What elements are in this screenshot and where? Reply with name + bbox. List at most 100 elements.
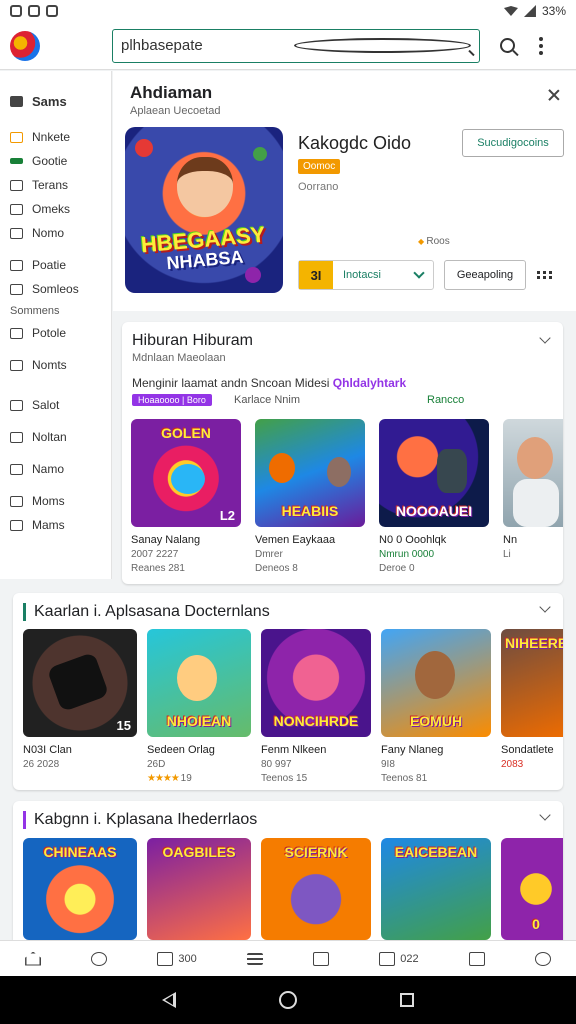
apps-icon bbox=[91, 951, 108, 966]
message-icon bbox=[28, 5, 40, 17]
section-description: Menginir laamat andn Sncoan Midesi Qhlda… bbox=[132, 376, 407, 390]
sidebar-item[interactable]: Nomo bbox=[0, 221, 111, 245]
games-icon bbox=[157, 951, 174, 966]
install-label: Inotacsi bbox=[343, 269, 381, 281]
menu-icon bbox=[246, 952, 263, 965]
app-thumbnail[interactable] bbox=[503, 419, 563, 527]
app-thumbnail[interactable]: 0 bbox=[501, 838, 563, 940]
search-query[interactable]: plhbasepate bbox=[121, 37, 294, 54]
list-icon bbox=[10, 203, 23, 215]
status-bar: 33% bbox=[0, 0, 576, 22]
list-icon bbox=[10, 519, 23, 531]
app-tile[interactable]: NOOOAUEI N0 0 Ooohlqk Nmrun 0000 Deroe 0 bbox=[379, 419, 489, 574]
app-name: Kakogdc Oido bbox=[298, 133, 412, 153]
chevron-down-icon[interactable] bbox=[539, 809, 551, 821]
sidebar-item[interactable]: Gootie bbox=[0, 149, 111, 173]
bar-icon bbox=[10, 158, 23, 164]
sidebar-item[interactable]: Salot bbox=[0, 393, 111, 417]
green-label[interactable]: Rancco bbox=[427, 394, 464, 406]
app-tile[interactable]: GOLEN L2 Sanay Nalang 2007 2227 Reanes 2… bbox=[131, 419, 241, 574]
sidebar-item[interactable]: Poatie bbox=[0, 253, 111, 277]
app-logo[interactable] bbox=[10, 30, 40, 61]
category-chip[interactable]: Hoaaoooo | Boro bbox=[132, 394, 212, 406]
app-thumbnail[interactable]: NONCIHRDE bbox=[261, 629, 371, 737]
nav-updates[interactable]: 022 bbox=[379, 951, 419, 966]
app-tile[interactable]: EOMUH Fany Nlaneg 9I8 Teenos 81 bbox=[381, 629, 491, 784]
app-meta: Dmrer bbox=[255, 549, 283, 560]
nav-library[interactable] bbox=[313, 951, 330, 966]
app-tile[interactable]: HEABIIS Vemen Eaykaaa Dmrer Deneos 8 bbox=[255, 419, 365, 574]
app-icon-image[interactable]: HBEGAASY NHABSA bbox=[125, 127, 283, 293]
app-tile[interactable]: 15 N03I Clan 26 2028 bbox=[23, 629, 137, 784]
sidebar-item[interactable]: Somleos bbox=[0, 277, 111, 301]
sidebar-item-home[interactable]: Sams bbox=[0, 89, 111, 113]
app-name: Nn bbox=[503, 534, 518, 546]
app-thumbnail[interactable]: OAGBILES bbox=[147, 838, 251, 940]
subscribe-button[interactable]: Sucudigocoins bbox=[462, 129, 564, 157]
close-icon[interactable] bbox=[548, 89, 560, 101]
search-input[interactable]: plhbasepate bbox=[112, 28, 480, 63]
chevron-down-icon[interactable] bbox=[413, 267, 425, 279]
sidebar-item[interactable]: Moms bbox=[0, 489, 111, 513]
app-tag: Oomoc bbox=[298, 159, 341, 174]
account-icon bbox=[534, 951, 551, 966]
recent-apps-icon[interactable] bbox=[400, 993, 415, 1007]
nav-apps[interactable] bbox=[91, 951, 108, 966]
app-thumbnail[interactable]: NOOOAUEI bbox=[379, 419, 489, 527]
home-button-icon[interactable] bbox=[278, 991, 297, 1009]
chevron-down-icon[interactable] bbox=[539, 332, 551, 344]
app-meta: 26D bbox=[147, 759, 166, 770]
search-icon[interactable] bbox=[294, 38, 471, 53]
section-title: Kabgnn i. Kplasana Ihederrlaos bbox=[23, 811, 257, 829]
share-button[interactable]: Geeapoling bbox=[444, 260, 526, 290]
overflow-menu-icon[interactable] bbox=[539, 36, 543, 55]
app-thumbnail[interactable]: NIHEERE bbox=[501, 629, 563, 737]
app-tile[interactable]: NONCIHRDE Fenm Nlkeen 80 997 Teenos 15 bbox=[261, 629, 371, 784]
app-name: N03I Clan bbox=[23, 744, 72, 756]
nav-home[interactable] bbox=[25, 951, 42, 966]
app-thumbnail[interactable]: SCIERNK bbox=[261, 838, 371, 940]
bottom-navigation: 300 022 bbox=[0, 940, 576, 976]
grid-menu-icon[interactable] bbox=[537, 271, 552, 279]
list-icon bbox=[10, 431, 23, 443]
nav-books[interactable] bbox=[468, 951, 485, 966]
app-tile[interactable]: 0 bbox=[501, 838, 563, 940]
app-thumbnail[interactable]: EOMUH bbox=[381, 629, 491, 737]
sidebar-item[interactable]: Namo bbox=[0, 457, 111, 481]
nav-games[interactable]: 300 bbox=[157, 951, 197, 966]
app-thumbnail[interactable]: CHINEAAS bbox=[23, 838, 137, 940]
library-icon bbox=[313, 951, 330, 966]
app-thumbnail[interactable]: EAICEBEAN bbox=[381, 838, 491, 940]
book-icon bbox=[468, 951, 485, 966]
chevron-down-icon[interactable] bbox=[539, 601, 551, 613]
app-bar: plhbasepate bbox=[0, 22, 576, 70]
sidebar-item[interactable]: Nnkete bbox=[0, 125, 111, 149]
app-tile[interactable]: OAGBILES bbox=[147, 838, 251, 940]
search-icon[interactable] bbox=[500, 38, 515, 53]
app-name: Sanay Nalang bbox=[131, 534, 201, 546]
developer-name[interactable]: Oorrano bbox=[298, 181, 338, 193]
app-tile[interactable]: CHINEAAS bbox=[23, 838, 137, 940]
app-tile[interactable]: NHOIEAN Sedeen Orlag 26D 19 bbox=[147, 629, 251, 784]
sidebar-item[interactable]: Potole bbox=[0, 321, 111, 345]
install-button[interactable]: 3I Inotacsi bbox=[298, 260, 434, 290]
back-icon[interactable] bbox=[161, 992, 176, 1008]
sidebar-item[interactable]: Terans bbox=[0, 173, 111, 197]
nav-menu[interactable] bbox=[246, 952, 263, 965]
app-tile[interactable]: Nn Li bbox=[503, 419, 563, 574]
app-thumbnail[interactable]: HEABIIS bbox=[255, 419, 365, 527]
nav-account[interactable] bbox=[534, 951, 551, 966]
app-tile[interactable]: SCIERNK bbox=[261, 838, 371, 940]
section-subtitle: Mdnlaan Maeolaan bbox=[132, 352, 226, 364]
sidebar-item[interactable]: Nomts bbox=[0, 353, 111, 377]
settings-icon bbox=[46, 5, 58, 17]
app-tile[interactable]: NIHEERE Sondatlete 2083 bbox=[501, 629, 563, 784]
mail-icon bbox=[10, 495, 23, 507]
sidebar-item[interactable]: Omeks bbox=[0, 197, 111, 221]
app-thumbnail[interactable]: GOLEN L2 bbox=[131, 419, 241, 527]
sidebar-item[interactable]: Mams bbox=[0, 513, 111, 537]
app-thumbnail[interactable]: NHOIEAN bbox=[147, 629, 251, 737]
app-thumbnail[interactable]: 15 bbox=[23, 629, 137, 737]
sidebar-item[interactable]: Noltan bbox=[0, 425, 111, 449]
app-tile[interactable]: EAICEBEAN bbox=[381, 838, 491, 940]
